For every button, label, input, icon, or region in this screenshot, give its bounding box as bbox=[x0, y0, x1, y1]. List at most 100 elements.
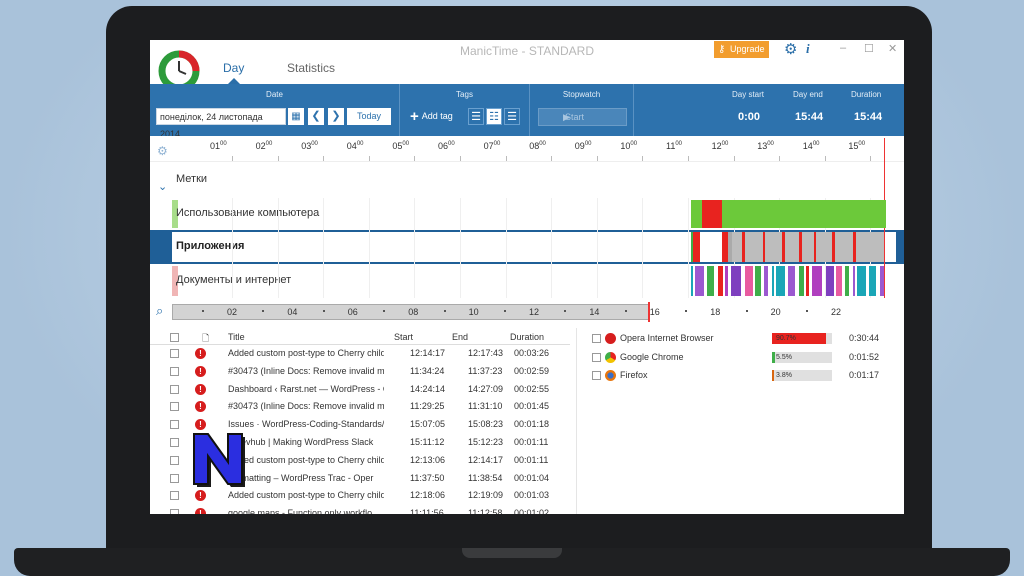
list-view-icon[interactable]: ☰ bbox=[468, 108, 484, 125]
prev-day-button[interactable]: ❮ bbox=[308, 108, 324, 125]
maximize-button[interactable]: ☐ bbox=[864, 42, 874, 55]
row-checkbox[interactable] bbox=[170, 473, 179, 483]
close-button[interactable]: ✕ bbox=[888, 42, 897, 55]
activity-segment[interactable] bbox=[722, 200, 886, 228]
tab-day[interactable]: Day bbox=[223, 61, 244, 75]
table-row[interactable]: ! Dashboard ‹ Rarst.net — WordPress - O 14… bbox=[150, 381, 570, 399]
app-segment[interactable] bbox=[816, 232, 832, 262]
row-checkbox[interactable] bbox=[170, 491, 179, 501]
document-segment[interactable] bbox=[799, 266, 804, 296]
minimize-button[interactable]: – bbox=[840, 42, 846, 54]
app-summary-row[interactable]: Firefox 3.8% 0:01:17 bbox=[592, 367, 904, 385]
row-checkbox[interactable] bbox=[170, 455, 179, 465]
timeline-settings-gear-icon[interactable]: ⚙ bbox=[157, 144, 168, 158]
row-title: Added custom post-type to Cherry child bbox=[228, 348, 384, 358]
app-checkbox[interactable] bbox=[592, 352, 601, 362]
document-segment[interactable] bbox=[806, 266, 809, 296]
table-row[interactable]: ! Added custom post-type to Cherry child 1… bbox=[150, 487, 570, 505]
document-segment[interactable] bbox=[731, 266, 741, 296]
ruler-minutes: 00 bbox=[767, 141, 774, 147]
collapse-chevron-icon[interactable]: ⌄ bbox=[158, 180, 167, 193]
document-segment[interactable] bbox=[695, 266, 704, 296]
band-applications[interactable]: Приложения bbox=[150, 230, 904, 264]
document-segment[interactable] bbox=[857, 266, 866, 296]
ruler-minutes: 00 bbox=[220, 141, 227, 147]
document-segment[interactable] bbox=[812, 266, 822, 296]
grid-line bbox=[460, 230, 461, 264]
app-segment[interactable] bbox=[765, 232, 782, 262]
document-segment[interactable] bbox=[772, 266, 774, 296]
info-icon[interactable]: i bbox=[806, 41, 810, 57]
search-icon[interactable]: ⌕ bbox=[156, 303, 163, 319]
document-segment[interactable] bbox=[691, 266, 693, 296]
document-segment[interactable] bbox=[725, 266, 728, 296]
grid-line bbox=[414, 230, 416, 264]
document-segment[interactable] bbox=[788, 266, 795, 296]
table-row[interactable]: ! google maps - Function only workflo 11:1… bbox=[150, 505, 570, 514]
app-segment[interactable] bbox=[856, 232, 884, 262]
activity-segment[interactable] bbox=[702, 200, 722, 228]
ruler-hour-label: 0200 bbox=[256, 141, 273, 151]
panel-divider[interactable] bbox=[576, 328, 577, 514]
row-title: google maps - Function only workflo bbox=[228, 508, 373, 514]
band-computer-usage[interactable]: Использование компьютера bbox=[150, 198, 904, 230]
tab-statistics[interactable]: Statistics bbox=[287, 61, 335, 75]
app-segment[interactable] bbox=[835, 232, 853, 262]
app-summary-row[interactable]: Opera Internet Browser 90.7% 0:30:44 bbox=[592, 330, 904, 348]
overview-hour-label: 12 bbox=[529, 307, 540, 317]
row-checkbox[interactable] bbox=[170, 438, 179, 447]
document-segment[interactable] bbox=[764, 266, 768, 296]
document-segment[interactable] bbox=[853, 266, 855, 296]
document-segment[interactable] bbox=[826, 266, 834, 296]
row-checkbox[interactable] bbox=[170, 366, 179, 376]
app-checkbox[interactable] bbox=[592, 334, 601, 343]
document-segment[interactable] bbox=[718, 266, 723, 296]
col-title[interactable]: Title bbox=[228, 332, 245, 342]
overview-timeline[interactable]: ⌕ 02 04 06 08 10 12 14 16 18 20 22 bbox=[150, 300, 904, 324]
row-checkbox[interactable] bbox=[170, 509, 179, 514]
compact-view-icon[interactable]: ☰ bbox=[504, 108, 520, 125]
add-tag-button[interactable]: + Add tag bbox=[410, 108, 453, 125]
app-segment[interactable] bbox=[700, 232, 722, 262]
app-segment[interactable] bbox=[745, 232, 763, 262]
document-segment[interactable] bbox=[880, 266, 884, 296]
table-row[interactable]: ! #30473 (Inline Docs: Remove invalid ma 1… bbox=[150, 398, 570, 416]
col-start[interactable]: Start bbox=[394, 332, 413, 342]
row-checkbox[interactable] bbox=[170, 384, 179, 394]
app-segment[interactable] bbox=[802, 232, 814, 262]
calendar-icon[interactable]: ▦ bbox=[288, 108, 304, 125]
next-day-button[interactable]: ❯ bbox=[328, 108, 344, 125]
document-segment[interactable] bbox=[845, 266, 849, 296]
select-all-checkbox[interactable] bbox=[170, 333, 179, 342]
stopwatch-start-button[interactable]: ▶ Start bbox=[538, 108, 627, 126]
table-row[interactable]: ! #30473 (Inline Docs: Remove invalid ma 1… bbox=[150, 363, 570, 381]
band-documents[interactable]: Документы и интернет bbox=[150, 264, 904, 298]
row-checkbox[interactable] bbox=[170, 402, 179, 412]
table-row[interactable]: ! Added custom post-type to Cherry child 1… bbox=[150, 345, 570, 363]
today-button[interactable]: Today bbox=[347, 108, 391, 125]
document-segment[interactable] bbox=[755, 266, 761, 296]
detail-view-icon[interactable]: ☷ bbox=[486, 108, 502, 125]
document-segment[interactable] bbox=[869, 266, 876, 296]
document-segment[interactable] bbox=[745, 266, 753, 296]
app-summary-row[interactable]: Google Chrome 5.5% 0:01:52 bbox=[592, 349, 904, 367]
date-picker-input[interactable]: понеділок, 24 листопада 2014 bbox=[156, 108, 286, 139]
app-checkbox[interactable] bbox=[592, 371, 601, 380]
document-segment[interactable] bbox=[707, 266, 714, 296]
opera-icon: ! bbox=[195, 383, 206, 395]
row-checkbox[interactable] bbox=[170, 420, 179, 430]
app-segment[interactable] bbox=[732, 232, 742, 262]
play-icon: ▶ bbox=[563, 112, 570, 122]
settings-gear-icon[interactable]: ⚙ bbox=[784, 40, 797, 58]
document-segment[interactable] bbox=[836, 266, 842, 296]
activity-segment[interactable] bbox=[691, 200, 702, 228]
ruler-hour-label: 1500 bbox=[848, 141, 865, 151]
app-segment[interactable] bbox=[785, 232, 799, 262]
ruler-hour-label: 1300 bbox=[757, 141, 774, 151]
col-end[interactable]: End bbox=[452, 332, 468, 342]
col-duration[interactable]: Duration bbox=[510, 332, 544, 342]
row-checkbox[interactable] bbox=[170, 349, 179, 358]
document-segment[interactable] bbox=[776, 266, 785, 296]
upgrade-button[interactable]: ⚷ Upgrade bbox=[714, 41, 769, 58]
app-segment[interactable] bbox=[693, 232, 700, 262]
